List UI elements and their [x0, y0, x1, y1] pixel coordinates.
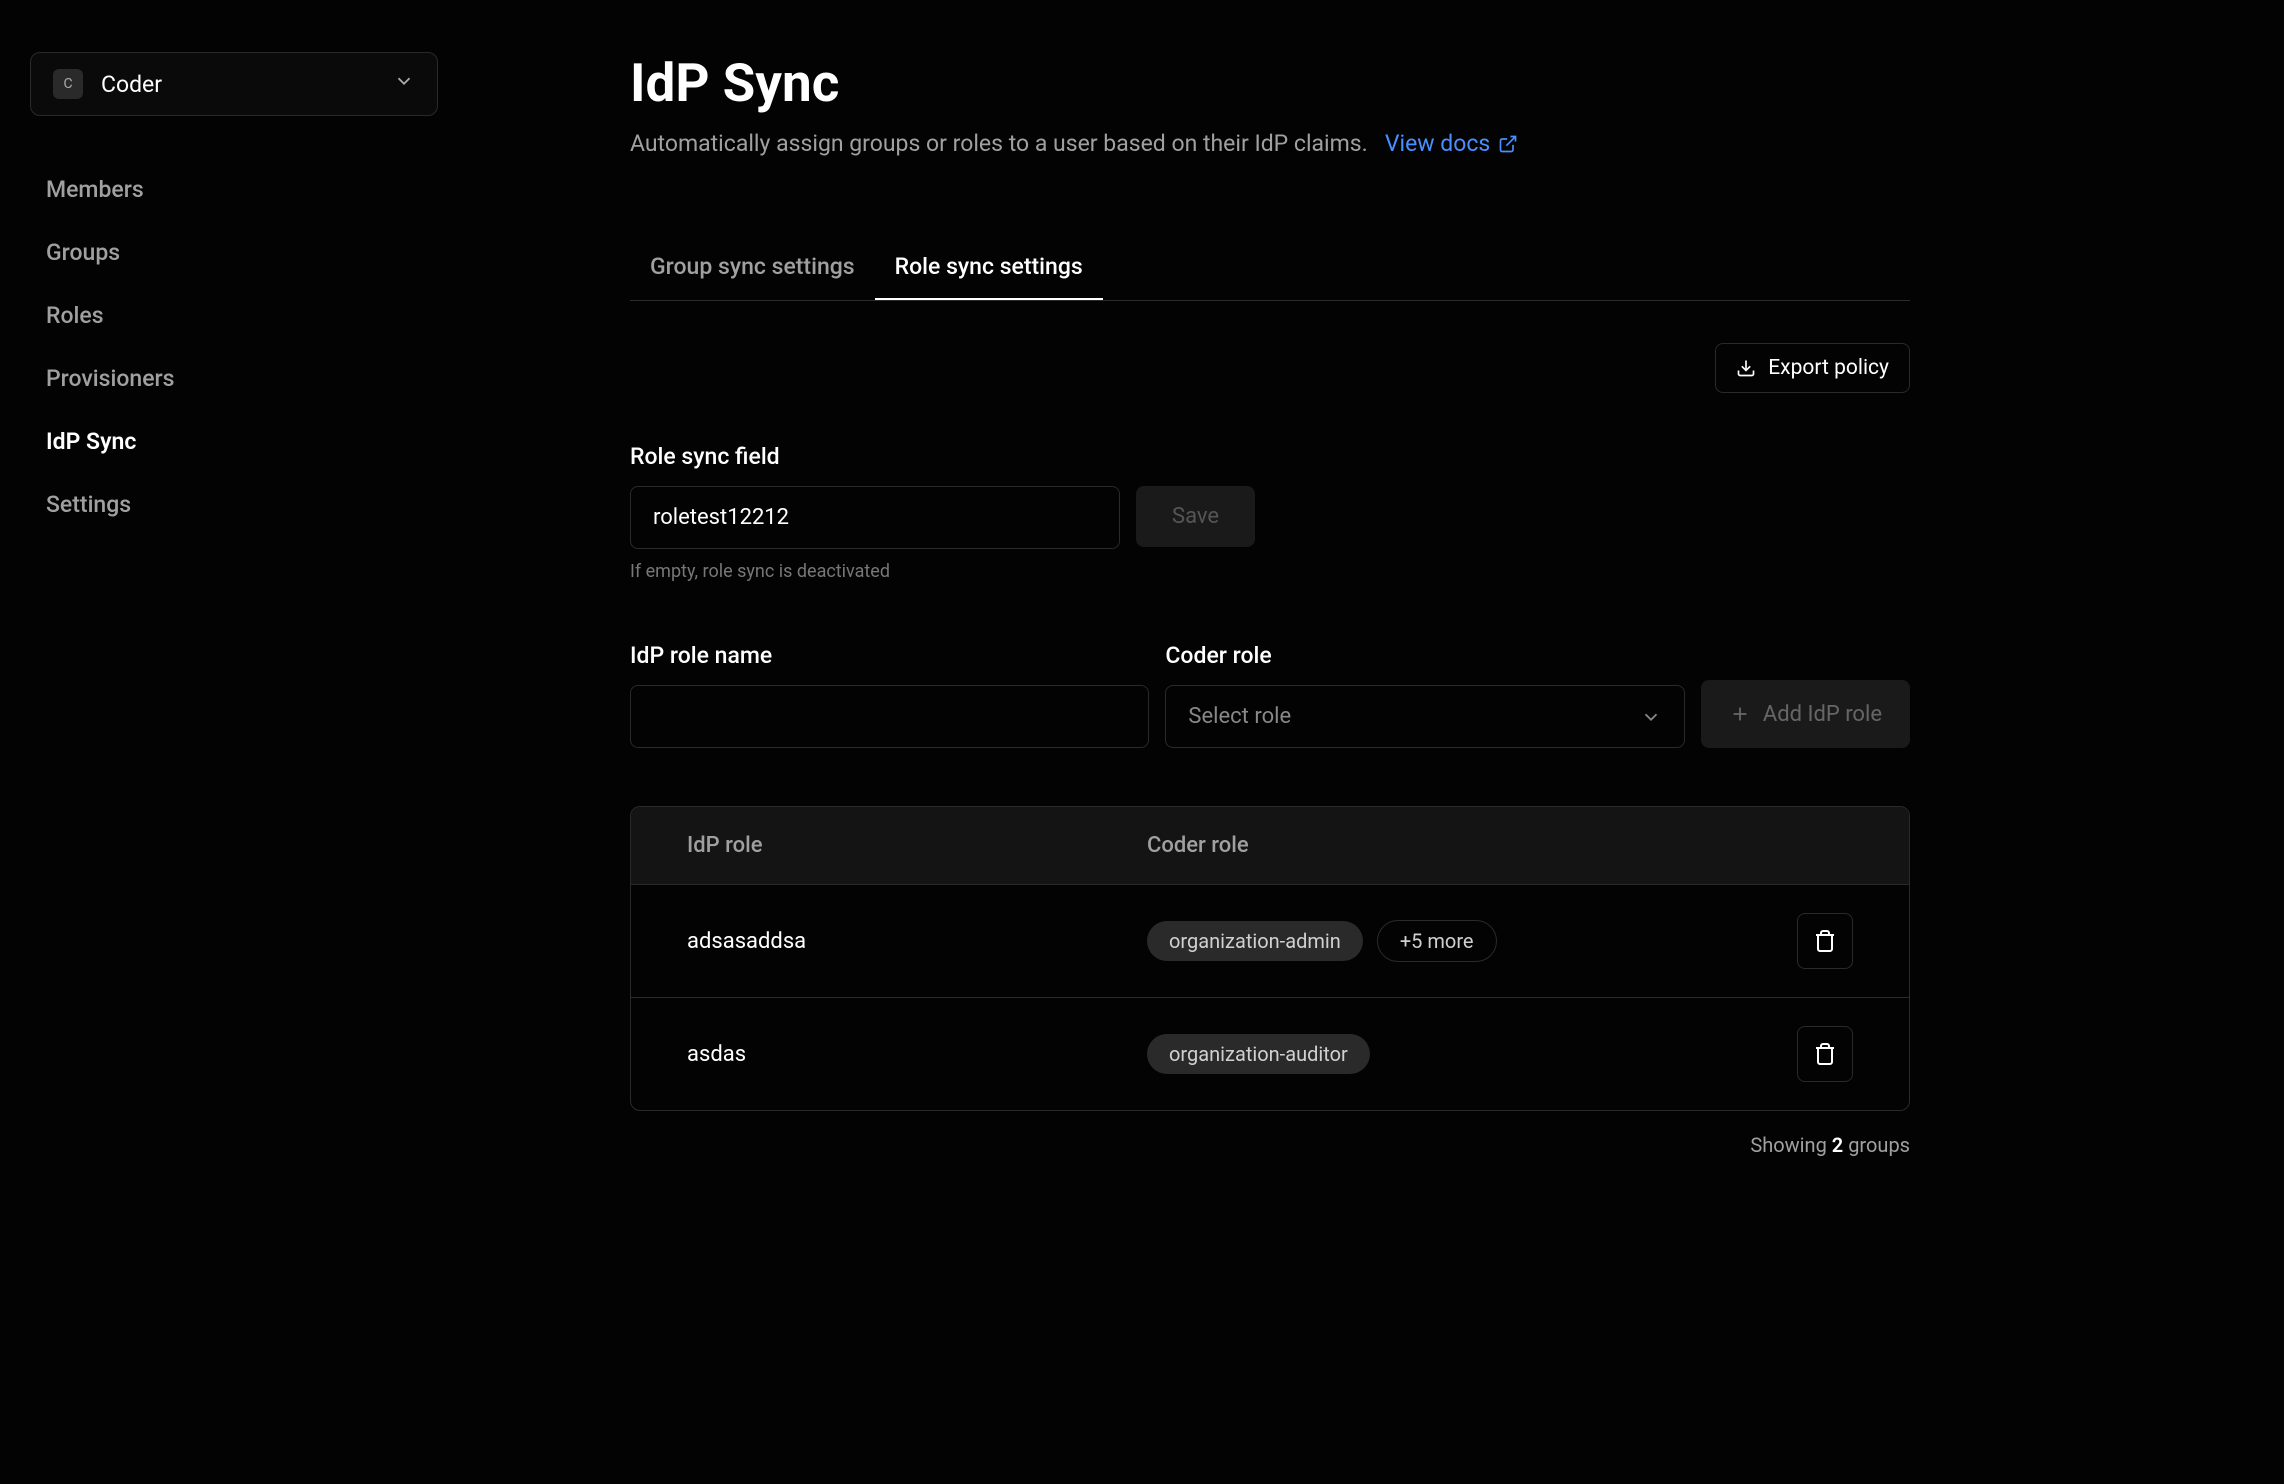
main-content: IdP Sync Automatically assign groups or …: [630, 52, 1910, 1157]
table-cell-idp: asdas: [687, 1042, 1147, 1067]
mapping-form: IdP role name Coder role Select role Add…: [630, 642, 1910, 748]
docs-link-label: View docs: [1385, 130, 1490, 157]
page-title: IdP Sync: [630, 52, 1910, 114]
chevron-down-icon: [393, 70, 415, 98]
role-sync-form-row: Save: [630, 486, 1910, 549]
export-policy-button[interactable]: Export policy: [1715, 343, 1910, 393]
tab-role-sync[interactable]: Role sync settings: [875, 235, 1103, 300]
download-icon: [1736, 358, 1756, 378]
actions-row: Export policy: [630, 343, 1910, 393]
page-subtitle: Automatically assign groups or roles to …: [630, 130, 1910, 157]
subtitle-text: Automatically assign groups or roles to …: [630, 130, 1368, 157]
sidebar: C Coder Members Groups Roles Provisioner…: [30, 52, 630, 1157]
table-cell-coder: organization-auditor: [1147, 1034, 1797, 1074]
footer-count: 2: [1832, 1133, 1843, 1157]
org-badge: C: [53, 69, 83, 99]
table-cell-idp: adsasaddsa: [687, 929, 1147, 954]
coder-role-label: Coder role: [1165, 642, 1684, 669]
coder-role-select[interactable]: Select role: [1165, 685, 1684, 748]
idp-role-column: IdP role name: [630, 642, 1149, 748]
nav-list: Members Groups Roles Provisioners IdP Sy…: [30, 158, 630, 536]
role-sync-field-label: Role sync field: [630, 443, 1910, 470]
sidebar-item-provisioners[interactable]: Provisioners: [30, 347, 630, 410]
trash-icon: [1813, 929, 1837, 953]
idp-role-label: IdP role name: [630, 642, 1149, 669]
tab-group-sync[interactable]: Group sync settings: [630, 235, 875, 300]
role-badge: organization-auditor: [1147, 1034, 1370, 1074]
table-footer: Showing 2 groups: [630, 1133, 1910, 1157]
delete-mapping-button[interactable]: [1797, 913, 1853, 969]
save-button[interactable]: Save: [1136, 486, 1255, 547]
table-cell-coder: organization-admin +5 more: [1147, 920, 1797, 962]
sidebar-item-groups[interactable]: Groups: [30, 221, 630, 284]
org-selector[interactable]: C Coder: [30, 52, 438, 116]
org-selector-left: C Coder: [53, 69, 162, 99]
sidebar-item-settings[interactable]: Settings: [30, 473, 630, 536]
role-badge: organization-admin: [1147, 921, 1363, 961]
sidebar-item-members[interactable]: Members: [30, 158, 630, 221]
table-header-coder: Coder role: [1147, 833, 1853, 858]
org-name: Coder: [101, 71, 162, 98]
view-docs-link[interactable]: View docs: [1385, 130, 1518, 157]
coder-role-column: Coder role Select role: [1165, 642, 1684, 748]
coder-role-placeholder: Select role: [1188, 704, 1291, 729]
mappings-table: IdP role Coder role adsasaddsa organizat…: [630, 806, 1910, 1111]
footer-prefix: Showing: [1750, 1133, 1831, 1157]
role-sync-field-input[interactable]: [630, 486, 1120, 549]
external-link-icon: [1498, 134, 1518, 154]
table-header: IdP role Coder role: [631, 807, 1909, 885]
idp-role-input[interactable]: [630, 685, 1149, 748]
add-button-label: Add IdP role: [1763, 702, 1882, 727]
sidebar-item-idp-sync[interactable]: IdP Sync: [30, 410, 630, 473]
table-header-idp: IdP role: [687, 833, 1147, 858]
table-row: adsasaddsa organization-admin +5 more: [631, 885, 1909, 998]
plus-icon: [1729, 703, 1751, 725]
add-idp-role-button[interactable]: Add IdP role: [1701, 680, 1910, 748]
role-sync-field-section: Role sync field Save If empty, role sync…: [630, 443, 1910, 582]
role-sync-field-help: If empty, role sync is deactivated: [630, 561, 1910, 582]
export-button-label: Export policy: [1768, 356, 1889, 380]
trash-icon: [1813, 1042, 1837, 1066]
sidebar-item-roles[interactable]: Roles: [30, 284, 630, 347]
more-badge[interactable]: +5 more: [1377, 920, 1497, 962]
chevron-down-icon: [1640, 706, 1662, 728]
delete-mapping-button[interactable]: [1797, 1026, 1853, 1082]
table-row: asdas organization-auditor: [631, 998, 1909, 1110]
footer-suffix: groups: [1843, 1133, 1910, 1157]
tabs: Group sync settings Role sync settings: [630, 235, 1910, 301]
